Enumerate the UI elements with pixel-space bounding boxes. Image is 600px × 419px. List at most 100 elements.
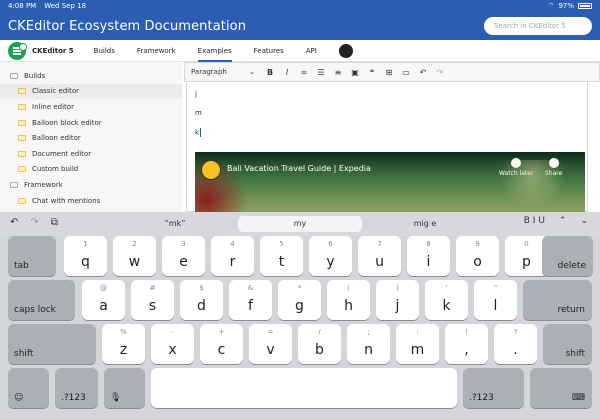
chevron-up-icon[interactable]: ⌃	[559, 216, 567, 226]
key-m[interactable]: :m	[396, 324, 439, 364]
key-k[interactable]: ' k	[425, 280, 468, 320]
delete-key[interactable]: delete	[542, 236, 593, 276]
github-icon[interactable]	[338, 43, 353, 58]
media-icon[interactable]: ▭	[399, 68, 413, 77]
key-b[interactable]: / b	[298, 324, 341, 364]
page-icon	[18, 103, 26, 110]
sidebar-item-balloon-editor[interactable]: Balloon editor	[0, 130, 182, 146]
folder-icon	[10, 72, 18, 79]
key-h[interactable]: (h	[327, 280, 370, 320]
sidebar-group-framework[interactable]: Framework	[0, 177, 182, 193]
shift-right-key[interactable]: shift	[543, 324, 592, 364]
editor-line: k	[195, 128, 202, 137]
link-icon[interactable]: ∞	[297, 68, 311, 77]
suggestion-1[interactable]: “mk”	[150, 216, 200, 232]
key-x[interactable]: -x	[151, 324, 194, 364]
format-button[interactable]: B I U	[524, 216, 545, 226]
watch-later-button[interactable]: Watch later	[499, 158, 533, 177]
sidebar-item-balloon-block-editor[interactable]: Balloon block editor	[0, 115, 182, 131]
nav-api[interactable]: API	[306, 40, 317, 62]
key-t[interactable]: 5t	[260, 236, 303, 276]
folder-icon	[10, 181, 18, 188]
sidebar-group-builds[interactable]: Builds	[0, 68, 182, 84]
key-g[interactable]: * g	[278, 280, 321, 320]
bold-icon[interactable]: B	[263, 68, 277, 77]
undo-icon[interactable]: ↶	[416, 68, 430, 77]
key-d[interactable]: $ d	[180, 280, 223, 320]
redo-icon[interactable]: ↷	[433, 68, 447, 77]
image-icon[interactable]: ▣	[348, 68, 362, 77]
key-e[interactable]: 3e	[162, 236, 205, 276]
sidebar-item-chat-with-mentions[interactable]: Chat with mentions	[0, 193, 182, 209]
predictive-right: B I U ⌃ ⌄	[524, 216, 588, 226]
emoji-key[interactable]: ☺	[8, 368, 49, 408]
key-l[interactable]: " l	[474, 280, 517, 320]
key-o[interactable]: 9o	[456, 236, 499, 276]
suggestion-3[interactable]: mig e	[400, 216, 450, 232]
return-key[interactable]: return	[523, 280, 592, 320]
dictation-key[interactable]: 🎙	[104, 368, 145, 408]
key-a[interactable]: @ a	[82, 280, 125, 320]
nav-features[interactable]: Features	[254, 40, 284, 62]
share-icon	[548, 158, 559, 168]
nav-builds[interactable]: Builds	[94, 40, 115, 62]
table-icon[interactable]: ⊞	[382, 68, 396, 77]
key-v[interactable]: = v	[249, 324, 292, 364]
space-bar[interactable]	[151, 368, 457, 408]
sidebar-item-inline-editor[interactable]: Inline editor	[0, 99, 182, 115]
ckeditor-logo-icon[interactable]	[8, 41, 27, 60]
emoji-icon: ☺	[14, 393, 24, 403]
editor-content[interactable]: j m k Bali Vacation Travel Guide | Exped…	[186, 82, 588, 212]
main-nav: CKEditor 5 Builds Framework Examples Fea…	[0, 40, 600, 62]
blockquote-icon[interactable]: ❝	[365, 68, 379, 77]
key-s[interactable]: # s	[131, 280, 174, 320]
key-y[interactable]: 6y	[309, 236, 352, 276]
italic-icon[interactable]: I	[280, 68, 294, 77]
key-z[interactable]: % z	[102, 324, 145, 364]
heading-dropdown[interactable]: Paragraph ⌄	[191, 68, 255, 76]
search-input[interactable]: Search in CKEditor 5	[484, 17, 592, 35]
page-icon	[18, 150, 26, 157]
key-w[interactable]: 2w	[113, 236, 156, 276]
key-comma[interactable]: !,	[445, 324, 488, 364]
undo-icon[interactable]: ↶	[10, 217, 18, 228]
shift-left-key[interactable]: shift	[8, 324, 96, 364]
key-r[interactable]: 4r	[211, 236, 254, 276]
numbered-list-icon[interactable]: ≡	[331, 68, 345, 77]
caps-lock-key[interactable]: caps lock	[8, 280, 75, 320]
share-button[interactable]: Share	[545, 158, 562, 177]
hide-keyboard-key[interactable]: ⌨	[530, 368, 592, 408]
sidebar-item-custom-build[interactable]: Custom build	[0, 162, 182, 178]
sidebar-item-classic-editor[interactable]: Classic editor	[0, 83, 182, 100]
key-q[interactable]: 1q	[64, 236, 107, 276]
page-icon	[18, 88, 26, 95]
key-n[interactable]: ; n	[347, 324, 390, 364]
key-j[interactable]: ) j	[376, 280, 419, 320]
bulleted-list-icon[interactable]: ☰	[314, 68, 328, 77]
page-icon	[18, 197, 26, 204]
video-embed[interactable]: Bali Vacation Travel Guide | Expedia Wat…	[195, 152, 585, 212]
numbers-key-right[interactable]: .?123	[463, 368, 524, 408]
video-title[interactable]: Bali Vacation Travel Guide | Expedia	[227, 164, 371, 173]
nav-product[interactable]: CKEditor 5	[32, 47, 74, 55]
key-c[interactable]: + c	[200, 324, 243, 364]
suggestion-2[interactable]: my	[238, 216, 362, 232]
key-u[interactable]: 7u	[358, 236, 401, 276]
chevron-down-icon[interactable]: ⌄	[580, 216, 588, 226]
editor-line: m	[195, 109, 202, 117]
paste-icon[interactable]: ⧉	[51, 217, 58, 228]
nav-framework[interactable]: Framework	[137, 40, 176, 62]
nav-examples[interactable]: Examples	[197, 40, 232, 62]
page-icon	[18, 166, 26, 173]
numbers-key[interactable]: .?123	[55, 368, 98, 408]
key-i[interactable]: 8i	[407, 236, 450, 276]
sidebar-item-document-editor[interactable]: Document editor	[0, 146, 182, 162]
key-f[interactable]: & f	[229, 280, 272, 320]
key-period[interactable]: ?.	[494, 324, 537, 364]
predictive-bar: ↶ ↷ ⧉ “mk” my mig e B I U ⌃ ⌄	[0, 212, 600, 236]
keyboard-hide-icon: ⌨	[572, 393, 585, 403]
redo-icon[interactable]: ↷	[30, 217, 38, 228]
tab-key[interactable]: tab	[8, 236, 56, 276]
site-title[interactable]: CKEditor Ecosystem Documentation	[8, 19, 246, 34]
page-icon	[18, 119, 26, 126]
